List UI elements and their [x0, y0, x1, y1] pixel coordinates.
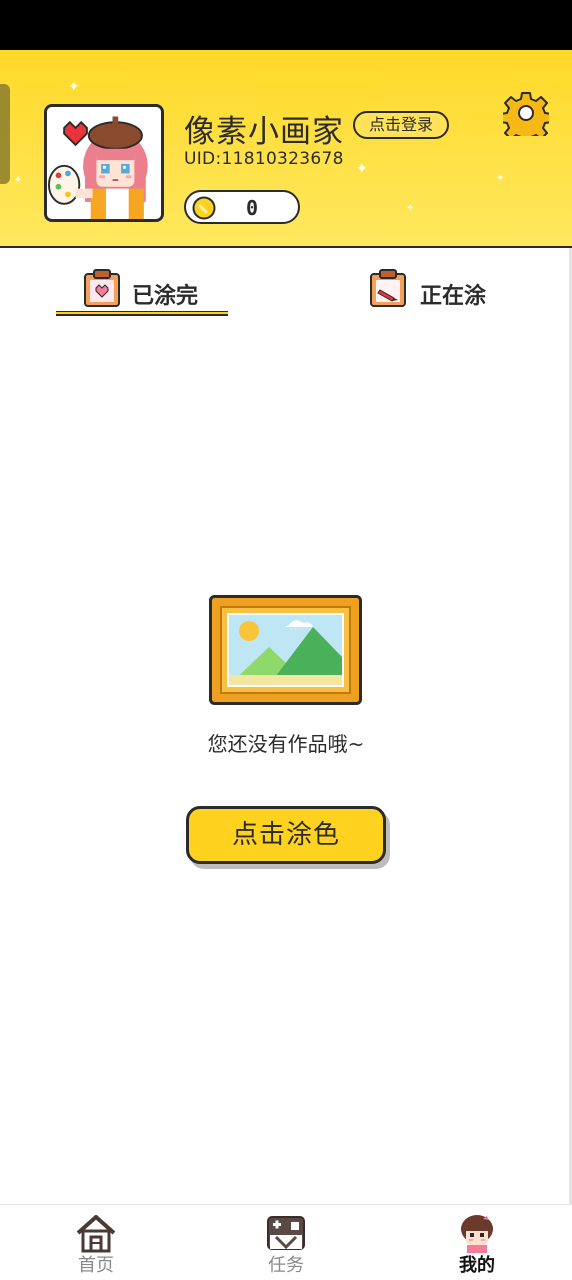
user-id: UID:11810323678: [184, 149, 344, 169]
start-coloring-button[interactable]: 点击涂色: [186, 806, 386, 864]
task-icon: [267, 1216, 305, 1250]
pixel-girl-avatar-image: [47, 107, 161, 219]
status-bar: [0, 0, 572, 50]
coin-balance[interactable]: 0: [184, 190, 300, 224]
coin-icon: [192, 196, 216, 220]
user-name: 像素小画家: [184, 114, 344, 150]
clipboard-heart-icon: [84, 269, 120, 307]
coin-count: 0: [246, 196, 259, 220]
sparkle-decoration: ✦: [68, 79, 80, 95]
sparkle-decoration: ✦: [406, 203, 415, 214]
tab-completed[interactable]: 已涂完: [56, 268, 228, 318]
login-button[interactable]: 点击登录: [353, 111, 449, 139]
gear-icon[interactable]: [503, 90, 549, 136]
sparkle-decoration: ✦: [356, 161, 368, 177]
house-icon: [76, 1215, 116, 1253]
sparkle-decoration: ✦: [14, 175, 23, 186]
picture-frame-icon: [209, 595, 362, 705]
bottom-navigation: 首页 任务 我的: [0, 1204, 572, 1280]
nav-label-home: 首页: [78, 1255, 114, 1276]
clipboard-pencil-icon: [370, 269, 406, 307]
tab-in-progress[interactable]: 正在涂: [366, 268, 516, 318]
nav-label-tasks: 任务: [268, 1255, 304, 1276]
profile-avatar-icon: [461, 1215, 493, 1253]
empty-state-message: 您还没有作品哦~: [207, 732, 365, 756]
tab-completed-label: 已涂完: [132, 284, 199, 309]
nav-item-tasks[interactable]: 任务: [231, 1205, 341, 1280]
tab-in-progress-label: 正在涂: [420, 284, 487, 309]
avatar[interactable]: [44, 104, 164, 222]
sparkle-decoration: ✦: [496, 173, 505, 184]
nav-item-mine[interactable]: 我的: [422, 1205, 532, 1280]
nav-item-home[interactable]: 首页: [41, 1205, 151, 1280]
profile-header: ✦ ✦ ✦ ✦ ✦ ✦: [0, 50, 572, 248]
side-drawer-handle[interactable]: [0, 84, 10, 184]
nav-label-mine: 我的: [459, 1255, 495, 1276]
active-tab-indicator: [56, 311, 228, 316]
